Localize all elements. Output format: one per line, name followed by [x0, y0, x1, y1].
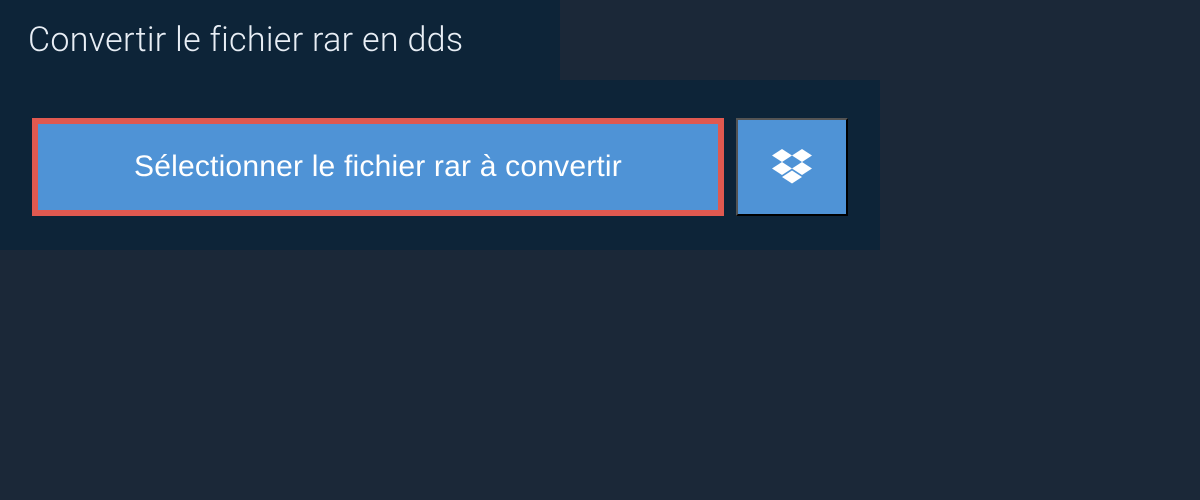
dropbox-button[interactable] — [736, 118, 848, 216]
dropbox-icon — [772, 149, 812, 185]
button-row: Sélectionner le fichier rar à convertir — [32, 118, 848, 216]
select-file-label: Sélectionner le fichier rar à convertir — [134, 150, 622, 184]
content-panel: Sélectionner le fichier rar à convertir — [0, 80, 880, 250]
page-title: Convertir le fichier rar en dds — [28, 20, 532, 60]
select-file-button[interactable]: Sélectionner le fichier rar à convertir — [32, 118, 724, 216]
header-bar: Convertir le fichier rar en dds — [0, 0, 560, 80]
